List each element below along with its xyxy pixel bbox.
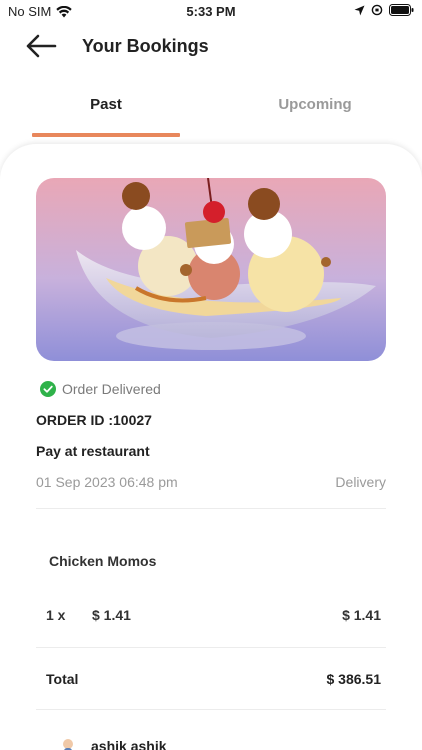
booking-tabs: Past Upcoming [0, 84, 422, 138]
active-tab-indicator [32, 133, 180, 137]
total-label: Total [46, 671, 79, 687]
item-name: Chicken Momos [49, 553, 157, 569]
total-value: $ 386.51 [326, 671, 382, 687]
order-id: ORDER ID :10027 [36, 412, 152, 428]
customer-name: ashik ashik [91, 739, 167, 750]
food-image [36, 178, 386, 361]
order-status: Order Delivered [40, 381, 161, 397]
divider [36, 709, 386, 710]
payment-method: Pay at restaurant [36, 443, 150, 459]
order-status-text: Order Delivered [62, 381, 161, 397]
item-total-price: $ 1.41 [342, 607, 381, 623]
divider [36, 647, 386, 648]
item-unit-price: $ 1.41 [92, 607, 131, 623]
booking-card[interactable]: Order Delivered ORDER ID :10027 Pay at r… [0, 144, 422, 750]
page-title: Your Bookings [82, 36, 209, 56]
order-type: Delivery [335, 474, 386, 490]
header: Your Bookings [0, 28, 422, 64]
order-date: 01 Sep 2023 06:48 pm [36, 474, 178, 490]
orientation-lock-icon [371, 4, 383, 16]
user-avatar-icon [63, 739, 73, 750]
avatar [58, 738, 78, 750]
item-quantity: 1 x [46, 607, 66, 623]
check-circle-icon [40, 381, 56, 397]
tab-past[interactable]: Past [32, 84, 180, 138]
back-button[interactable] [24, 32, 58, 60]
battery-icon [389, 4, 414, 16]
location-icon [354, 5, 365, 15]
tab-upcoming[interactable]: Upcoming [230, 84, 400, 138]
divider [36, 508, 386, 509]
arrow-left-icon [26, 34, 57, 58]
status-bar: No SIM 5:33 PM [0, 0, 422, 24]
